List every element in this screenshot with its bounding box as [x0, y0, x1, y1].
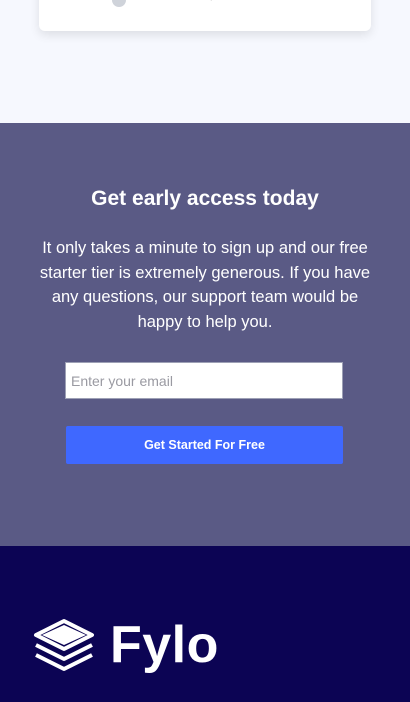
- get-started-button[interactable]: Get Started For Free: [66, 426, 343, 464]
- testimonial-card: Founder & CEO, Huddle: [39, 0, 371, 31]
- stacked-layers-icon: [34, 619, 94, 671]
- email-field[interactable]: [65, 362, 343, 399]
- cta-description: It only takes a minute to sign up and ou…: [39, 239, 371, 331]
- logo-text: Fylo: [110, 616, 219, 674]
- testimonials-section: Founder & CEO, Huddle: [0, 0, 410, 123]
- fylo-logo[interactable]: Fylo: [32, 616, 219, 674]
- avatar: [112, 0, 126, 7]
- testimonial-role: Founder & CEO, Huddle: [146, 0, 244, 1]
- cta-heading: Get early access today: [91, 187, 319, 210]
